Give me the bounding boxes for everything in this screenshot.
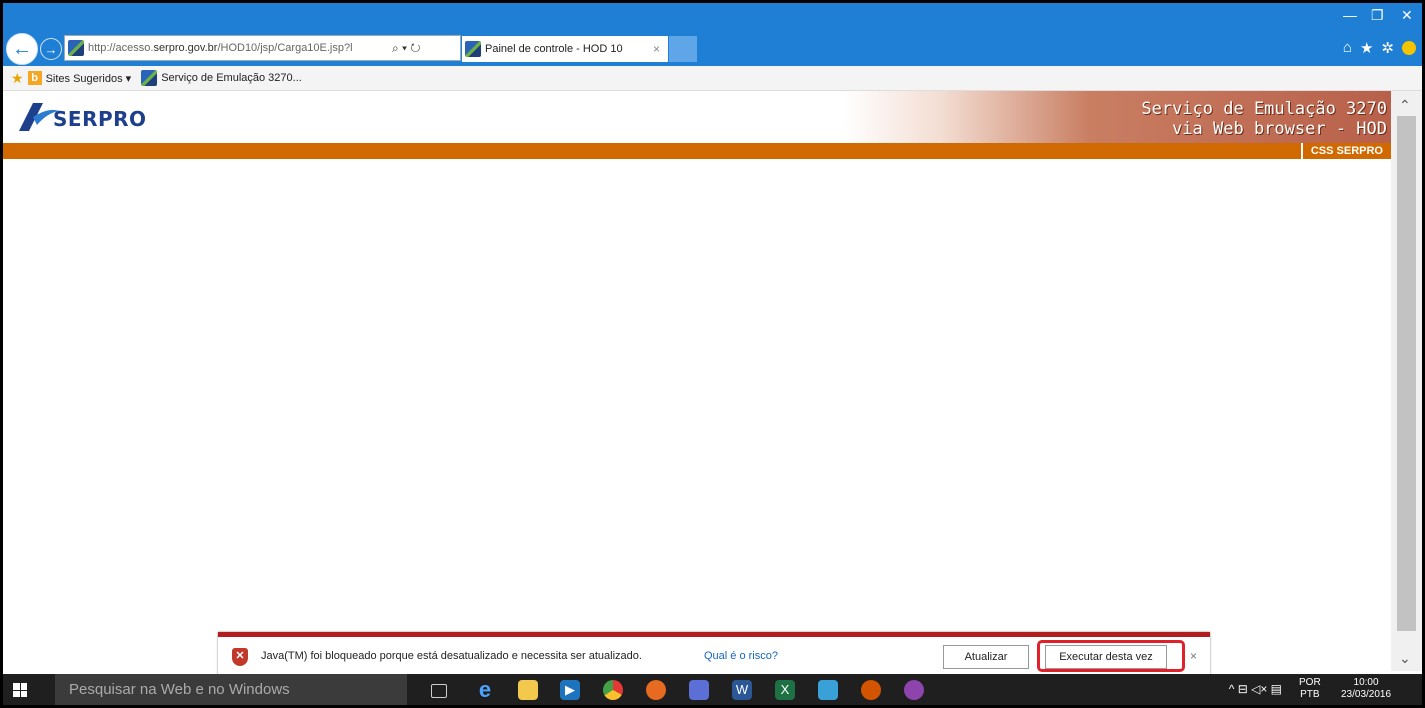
risk-link[interactable]: Qual é o risco? [704, 650, 778, 662]
scroll-thumb[interactable] [1397, 116, 1416, 631]
add-favorites-star-icon[interactable]: ★ [11, 70, 24, 87]
close-button[interactable]: ✕ [1401, 7, 1413, 24]
java-blocked-notification: ✕ Java(TM) foi bloqueado porque está des… [218, 632, 1210, 677]
scroll-up-icon[interactable]: ⌃ [1399, 97, 1411, 114]
url-text[interactable]: http://acesso.serpro.gov.br/HOD10/jsp/Ca… [88, 42, 388, 54]
language-indicator[interactable]: POR PTB [1299, 677, 1321, 701]
tab-favicon-icon [465, 41, 481, 57]
restore-button[interactable]: ❐ [1371, 7, 1384, 24]
search-refresh-icons[interactable]: ⌕ ▾ ↻ [392, 41, 421, 56]
task-view-icon[interactable] [431, 684, 447, 698]
tab-title: Painel de controle - HOD 10 [485, 43, 623, 55]
word-icon[interactable]: W [732, 680, 752, 700]
vertical-scrollbar[interactable]: ⌃ ⌄ [1391, 91, 1422, 671]
css-serpro-label: CSS SERPRO [1300, 143, 1391, 159]
favorites-star-icon[interactable]: ★ [1360, 39, 1373, 57]
tab-close-icon[interactable]: × [653, 42, 660, 56]
taskbar-search-input[interactable]: Pesquisar na Web e no Windows [55, 674, 407, 705]
notification-message: Java(TM) foi bloqueado porque está desat… [261, 650, 642, 662]
edge-icon[interactable]: e [475, 679, 495, 701]
bing-icon: b [27, 71, 42, 85]
tray-icons[interactable]: ^ ⊟ ◁× ▤ [1229, 682, 1282, 696]
serpro-logo: SERPRO [19, 103, 147, 131]
feedback-smiley-icon[interactable] [1402, 41, 1416, 55]
firefox-icon[interactable] [646, 680, 666, 700]
notification-close-icon[interactable]: × [1190, 649, 1197, 663]
game-icon[interactable] [861, 680, 881, 700]
browser-window: ← → http://acesso.serpro.gov.br/HOD10/js… [3, 3, 1422, 705]
forward-arrow-icon: → [44, 41, 58, 57]
back-arrow-icon: ← [12, 37, 32, 60]
favorites-bar: ★ b Sites Sugeridos ▾ Serviço de Emulaçã… [3, 66, 1422, 91]
windows-start-icon[interactable] [13, 683, 27, 697]
toolbar-icons: ⌂ ★ ✲ [1343, 39, 1416, 57]
header-banner: Serviço de Emulação 3270 via Web browser… [843, 91, 1391, 143]
gear-icon[interactable]: ✲ [1381, 39, 1394, 57]
page-header: SERPRO Serviço de Emulação 3270 via Web … [3, 91, 1391, 143]
update-button[interactable]: Atualizar [943, 645, 1029, 669]
emulation-link[interactable]: Serviço de Emulação 3270... [161, 72, 302, 84]
clock[interactable]: 10:00 23/03/2016 [1341, 677, 1391, 701]
file-explorer-icon[interactable] [518, 680, 538, 700]
serpro-logo-mark-icon [19, 103, 59, 131]
site-favicon-icon [68, 40, 84, 56]
chrome-icon[interactable] [603, 680, 623, 700]
run-this-time-button[interactable]: Executar desta vez [1045, 645, 1167, 669]
suggested-sites-link[interactable]: Sites Sugeridos ▾ [46, 72, 132, 85]
orange-bar: CSS SERPRO [3, 143, 1391, 159]
new-tab-button[interactable] [669, 36, 697, 62]
photos-icon[interactable] [818, 680, 838, 700]
address-bar[interactable]: http://acesso.serpro.gov.br/HOD10/jsp/Ca… [64, 35, 461, 61]
minimize-button[interactable]: — [1343, 7, 1357, 23]
paint-icon[interactable] [904, 680, 924, 700]
scroll-down-icon[interactable]: ⌄ [1399, 650, 1411, 667]
home-icon[interactable]: ⌂ [1343, 39, 1352, 57]
title-bar: ← → http://acesso.serpro.gov.br/HOD10/js… [3, 3, 1422, 66]
blocked-shield-icon: ✕ [232, 648, 248, 666]
taskbar: Pesquisar na Web e no Windows e ▶ W X ^ … [3, 674, 1422, 705]
tab-painel-de-controle[interactable]: Painel de controle - HOD 10 × [462, 36, 668, 62]
back-button[interactable]: ← [6, 33, 38, 65]
excel-icon[interactable]: X [775, 680, 795, 700]
app-icon[interactable] [689, 680, 709, 700]
emulation-favicon-icon [141, 70, 158, 86]
forward-button[interactable]: → [40, 38, 62, 60]
header-title: Serviço de Emulação 3270 via Web browser… [1141, 99, 1387, 139]
media-player-icon[interactable]: ▶ [560, 680, 580, 700]
